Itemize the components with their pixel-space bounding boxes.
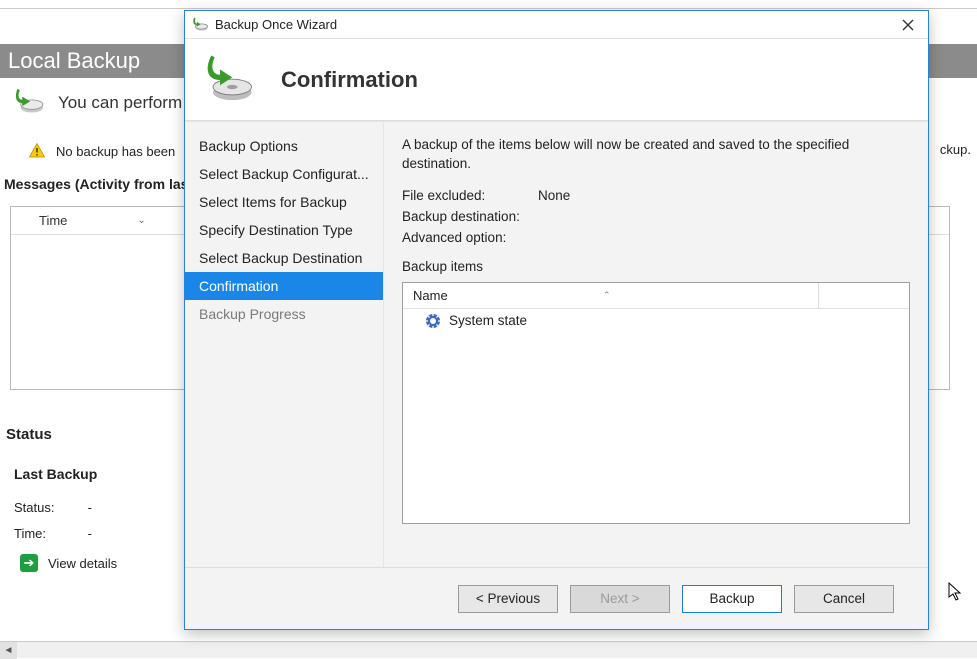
time-kv: Time: -	[14, 526, 92, 541]
close-icon	[902, 19, 914, 31]
status-heading: Status	[6, 426, 52, 443]
wizard-window-title: Backup Once Wizard	[215, 17, 337, 32]
arrow-right-icon: ➔	[20, 554, 38, 572]
wizard-banner: Confirmation	[185, 39, 928, 121]
subtitle-text: You can perform	[58, 93, 182, 113]
backup-button[interactable]: Backup	[682, 585, 782, 613]
wizard-content: A backup of the items below will now be …	[383, 122, 928, 567]
previous-button[interactable]: < Previous	[458, 585, 558, 613]
backup-items-table-body: System state	[403, 309, 909, 523]
column-time[interactable]: Time	[39, 213, 67, 228]
divider	[0, 8, 977, 9]
warning-text: No backup has been	[56, 144, 175, 159]
time-value: -	[88, 526, 92, 541]
page-title: Local Backup	[8, 48, 140, 74]
local-backup-subtitle-row: You can perform	[8, 84, 182, 122]
file-excluded-value: None	[538, 188, 570, 203]
wizard-steps-nav: Backup Options Select Backup Configurat.…	[185, 122, 383, 567]
wizard-page-title: Confirmation	[281, 67, 418, 93]
backup-drive-icon	[8, 84, 46, 122]
confirmation-intro-text: A backup of the items below will now be …	[402, 136, 862, 174]
step-specify-destination-type[interactable]: Specify Destination Type	[185, 216, 383, 244]
horizontal-scrollbar[interactable]: ◄	[0, 641, 977, 658]
messages-heading: Messages (Activity from last	[4, 176, 193, 192]
wizard-footer: < Previous Next > Backup Cancel	[185, 567, 928, 629]
chevron-down-icon: ⌄	[137, 215, 145, 226]
warning-icon	[28, 142, 46, 160]
warning-row: No backup has been	[28, 142, 175, 160]
time-label: Time:	[14, 526, 84, 541]
backup-item-label: System state	[449, 313, 527, 328]
step-backup-progress[interactable]: Backup Progress	[185, 300, 383, 328]
column-separator	[818, 283, 819, 308]
step-confirmation[interactable]: Confirmation	[185, 272, 383, 300]
backup-once-wizard-dialog: Backup Once Wizard Confirmation Backup O…	[184, 10, 929, 630]
backup-destination-label: Backup destination:	[402, 209, 538, 224]
advanced-option-label: Advanced option:	[402, 230, 538, 245]
wizard-titlebar: Backup Once Wizard	[185, 11, 928, 39]
step-select-items[interactable]: Select Items for Backup	[185, 188, 383, 216]
cancel-button[interactable]: Cancel	[794, 585, 894, 613]
backup-drive-large-icon	[199, 52, 255, 108]
backup-items-table[interactable]: Name ⌃	[402, 282, 910, 524]
table-row[interactable]: System state	[403, 309, 909, 333]
next-button: Next >	[570, 585, 670, 613]
step-select-backup-destination[interactable]: Select Backup Destination	[185, 244, 383, 272]
view-details-label: View details	[48, 556, 117, 571]
wizard-app-icon	[191, 16, 209, 34]
backup-items-label: Backup items	[402, 259, 910, 274]
step-backup-options[interactable]: Backup Options	[185, 132, 383, 160]
scroll-left-button[interactable]: ◄	[0, 642, 17, 659]
truncated-text-tail: ckup.	[940, 142, 971, 157]
system-state-icon	[425, 313, 441, 329]
sort-indicator-icon: ⌃	[603, 290, 611, 301]
step-select-backup-config[interactable]: Select Backup Configurat...	[185, 160, 383, 188]
column-name[interactable]: Name	[403, 288, 448, 303]
close-button[interactable]	[894, 14, 922, 36]
file-excluded-label: File excluded:	[402, 188, 538, 203]
status-kv: Status: -	[14, 500, 92, 515]
status-value: -	[88, 500, 92, 515]
backup-items-table-header: Name ⌃	[403, 283, 909, 309]
status-label: Status:	[14, 500, 84, 515]
last-backup-heading: Last Backup	[14, 466, 97, 482]
view-details-link[interactable]: ➔ View details	[20, 554, 117, 572]
